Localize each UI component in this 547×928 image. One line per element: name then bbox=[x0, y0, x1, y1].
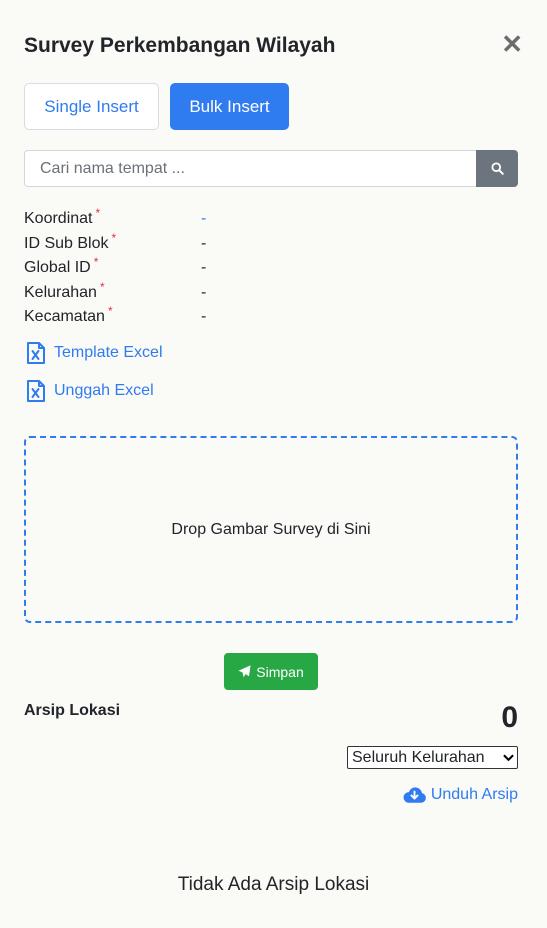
field-label: Koordinat bbox=[24, 210, 93, 227]
file-excel-icon bbox=[27, 380, 45, 402]
select-value: Seluruh Kelurahan bbox=[352, 749, 485, 766]
search-button[interactable] bbox=[476, 150, 518, 187]
field-value: - bbox=[201, 308, 207, 325]
field-kelurahan: Kelurahan * - bbox=[24, 279, 324, 307]
field-label: Global ID bbox=[24, 259, 91, 276]
search-group bbox=[24, 150, 518, 187]
image-dropzone[interactable]: Drop Gambar Survey di Sini bbox=[24, 436, 518, 623]
close-icon[interactable]: ✕ bbox=[501, 31, 523, 57]
download-archive-link[interactable]: Unduh Arsip bbox=[402, 784, 518, 806]
field-label: Kelurahan bbox=[24, 283, 97, 301]
field-value: - bbox=[201, 234, 207, 252]
search-input[interactable] bbox=[24, 150, 476, 187]
insert-mode-tabs: Single Insert Bulk Insert bbox=[24, 83, 289, 130]
save-button[interactable]: Simpan bbox=[224, 653, 318, 690]
save-label: Simpan bbox=[256, 663, 304, 680]
dropzone-label: Drop Gambar Survey di Sini bbox=[171, 520, 371, 538]
required-mark: * bbox=[99, 279, 105, 294]
search-icon bbox=[490, 162, 504, 175]
file-excel-icon bbox=[27, 342, 45, 364]
required-mark: * bbox=[93, 255, 99, 269]
field-value: - bbox=[201, 259, 207, 276]
paper-plane-icon bbox=[238, 665, 251, 678]
kelurahan-filter-select[interactable]: Seluruh Kelurahan bbox=[347, 746, 518, 769]
required-mark: * bbox=[111, 230, 117, 245]
field-global-id: Global ID * - bbox=[24, 255, 324, 282]
upload-excel-link[interactable]: Unggah Excel bbox=[24, 379, 154, 403]
required-mark: * bbox=[107, 304, 113, 318]
field-label: Kecamatan bbox=[24, 308, 105, 325]
cloud-download-icon bbox=[403, 787, 426, 803]
tab-single-insert[interactable]: Single Insert bbox=[24, 83, 159, 130]
field-value[interactable]: - bbox=[201, 208, 206, 230]
tab-bulk-insert[interactable]: Bulk Insert bbox=[170, 83, 289, 130]
field-koordinat: Koordinat * - bbox=[24, 206, 324, 233]
download-label: Unduh Arsip bbox=[430, 786, 518, 803]
template-excel-label: Template Excel bbox=[54, 344, 163, 361]
archive-title: Arsip Lokasi bbox=[24, 702, 121, 719]
empty-state: Tidak Ada Arsip Lokasi bbox=[177, 874, 370, 895]
field-id-sub-blok: ID Sub Blok * - bbox=[24, 230, 324, 258]
field-value: - bbox=[201, 283, 207, 301]
field-kecamatan: Kecamatan * - bbox=[24, 304, 324, 331]
archive-count: 0 bbox=[501, 701, 518, 734]
location-info: Koordinat * - ID Sub Blok * - Global ID * -… bbox=[24, 206, 324, 331]
modal-title: Survey Perkembangan Wilayah bbox=[24, 34, 336, 57]
upload-excel-label: Unggah Excel bbox=[54, 382, 154, 399]
field-label: ID Sub Blok bbox=[24, 234, 109, 252]
required-mark: * bbox=[95, 206, 101, 220]
chevron-down-icon bbox=[503, 754, 514, 762]
template-excel-link[interactable]: Template Excel bbox=[24, 341, 163, 365]
modal-header: Survey Perkembangan Wilayah ✕ bbox=[24, 31, 523, 62]
